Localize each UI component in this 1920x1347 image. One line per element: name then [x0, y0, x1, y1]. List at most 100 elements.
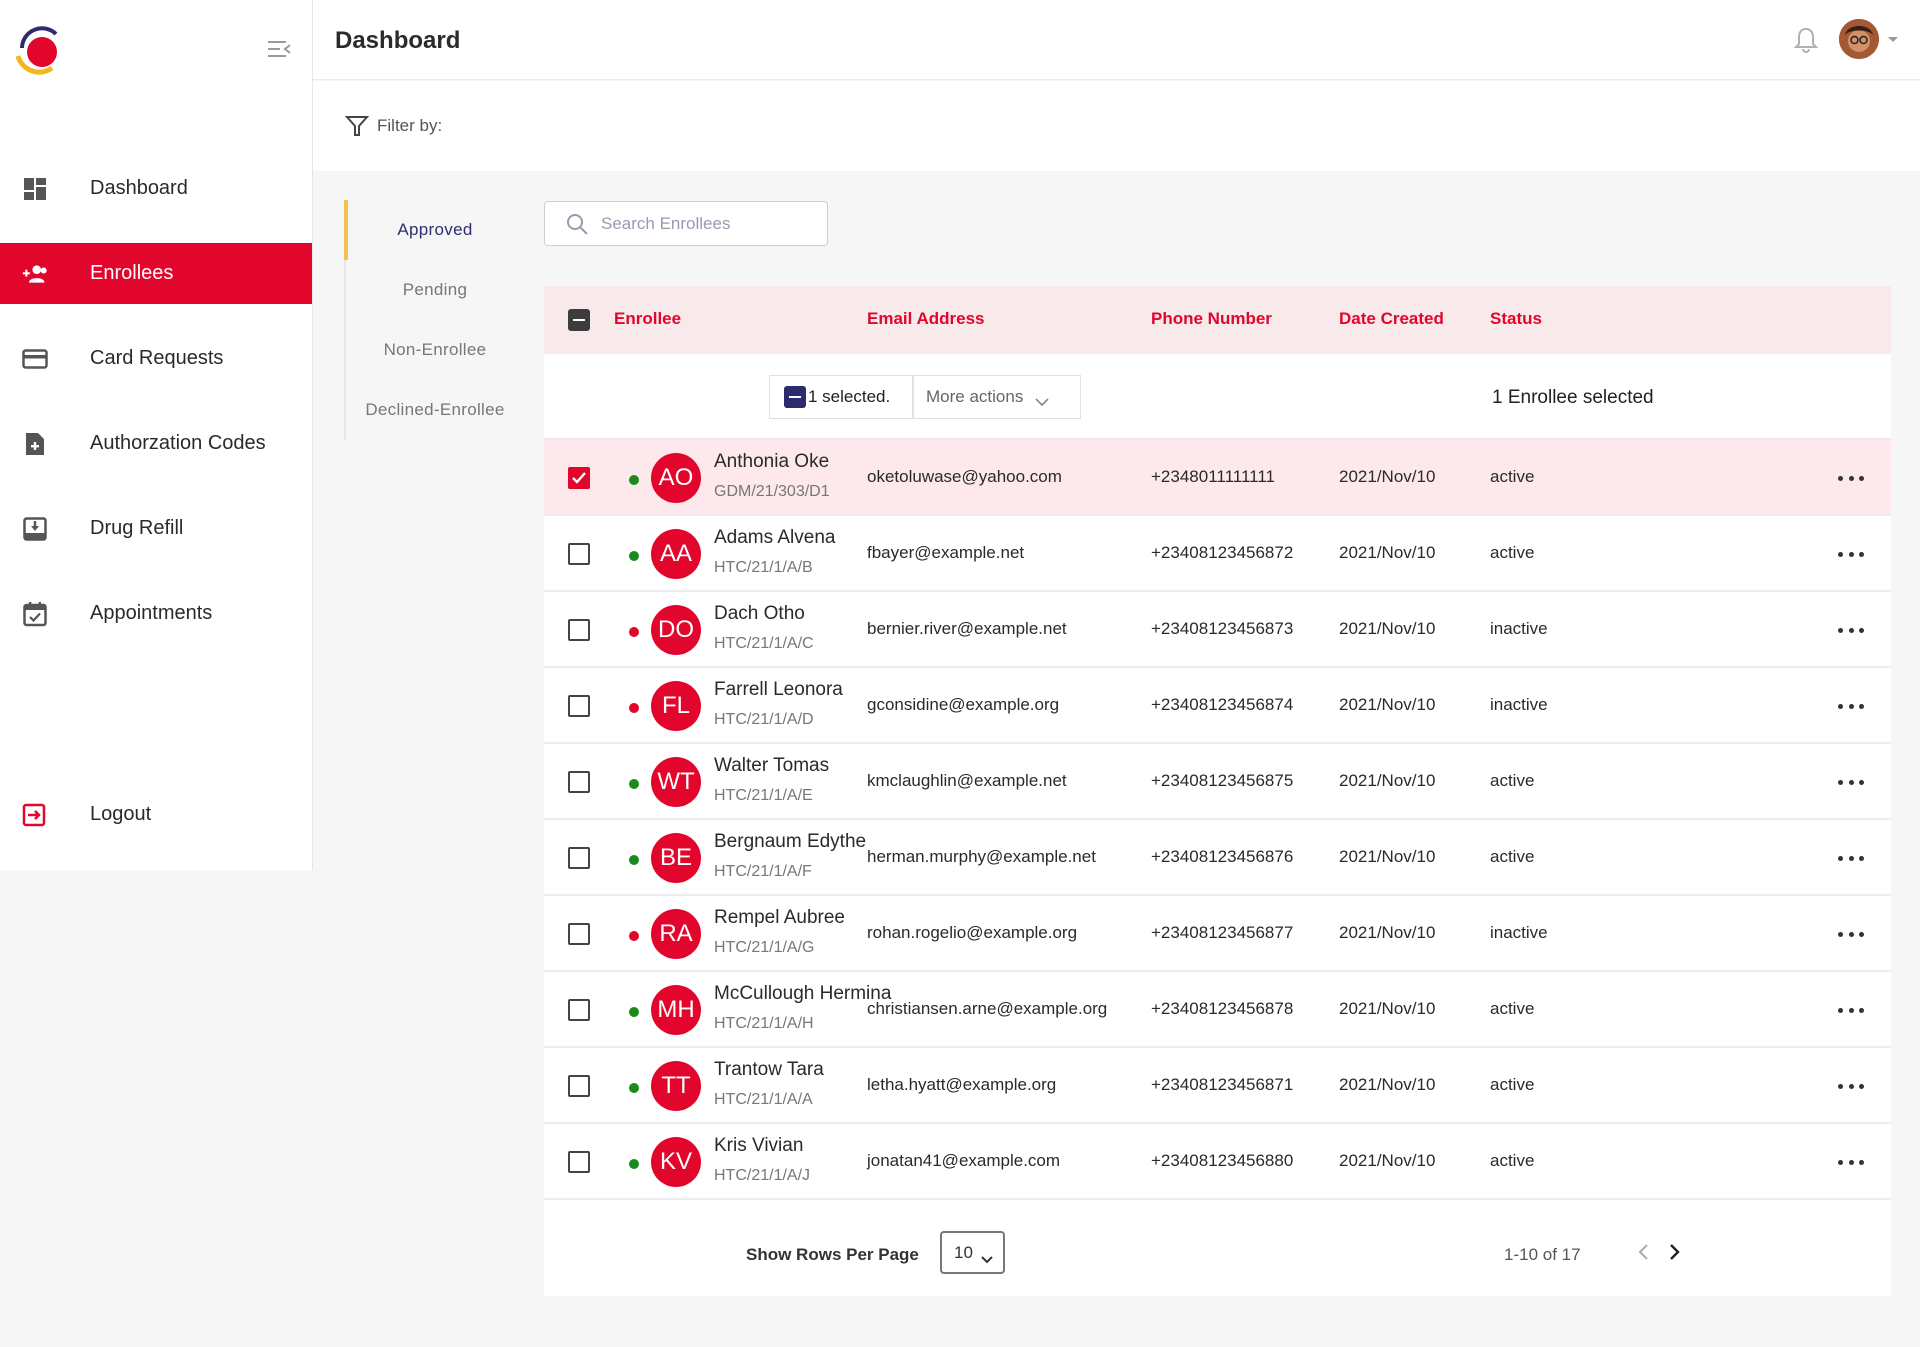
sidebar-item-drug-refill[interactable]: Drug Refill: [0, 498, 312, 559]
table-row[interactable]: AA Adams Alvena HTC/21/1/A/B fbayer@example…: [544, 516, 1891, 592]
more-options-icon[interactable]: [1838, 696, 1864, 716]
more-options-icon[interactable]: [1838, 1000, 1864, 1020]
search-icon: [565, 212, 589, 236]
more-options-icon[interactable]: [1838, 1152, 1864, 1172]
table-row[interactable]: AO Anthonia Oke GDM/21/303/D1 oketoluwase@y…: [544, 440, 1891, 516]
more-options-icon[interactable]: [1838, 620, 1864, 640]
table-row[interactable]: BE Bergnaum Edythe HTC/21/1/A/F herman.murp…: [544, 820, 1891, 896]
notification-bell-icon[interactable]: [1793, 26, 1819, 54]
row-checkbox[interactable]: [568, 771, 590, 793]
sidebar-item-appointments[interactable]: Appointments: [0, 583, 312, 644]
table-row[interactable]: KV Kris Vivian HTC/21/1/A/J jonatan41@examp…: [544, 1124, 1891, 1200]
avatar: RA: [651, 909, 701, 959]
filter-icon[interactable]: [344, 114, 370, 138]
more-options-icon[interactable]: [1838, 772, 1864, 792]
table-row[interactable]: TT Trantow Tara HTC/21/1/A/A letha.hyatt@ex…: [544, 1048, 1891, 1124]
enrollee-name[interactable]: Adams Alvena: [714, 527, 835, 549]
sidebar-item-enrollees[interactable]: Enrollees: [0, 243, 312, 304]
row-checkbox[interactable]: [568, 999, 590, 1021]
row-checkbox[interactable]: [568, 847, 590, 869]
column-header-phone[interactable]: Phone Number: [1151, 309, 1272, 329]
more-options-icon[interactable]: [1838, 1076, 1864, 1096]
avatar: AA: [651, 529, 701, 579]
enrollee-name[interactable]: Trantow Tara: [714, 1059, 824, 1081]
avatar: KV: [651, 1137, 701, 1187]
page-title: Dashboard: [335, 27, 461, 54]
selection-count-label: 1 selected.: [808, 387, 891, 406]
sidebar-item-dashboard[interactable]: Dashboard: [0, 158, 312, 219]
more-options-icon[interactable]: [1838, 544, 1864, 564]
more-options-icon[interactable]: [1838, 924, 1864, 944]
phone-cell: +23408123456875: [1151, 771, 1294, 790]
tab-approved[interactable]: Approved: [344, 200, 524, 260]
brand-logo[interactable]: [12, 22, 66, 76]
table-header: Enrollee Email Address Phone Number Date…: [544, 286, 1891, 354]
enrollee-name[interactable]: Anthonia Oke: [714, 451, 829, 473]
column-header-email[interactable]: Email Address: [867, 309, 984, 329]
deselect-checkbox[interactable]: [784, 386, 806, 408]
enrollee-code: HTC/21/1/A/G: [714, 939, 815, 956]
status-dot: [629, 855, 639, 865]
select-all-checkbox[interactable]: [568, 309, 590, 331]
logout-button[interactable]: Logout: [0, 784, 312, 845]
enrollee-name[interactable]: McCullough Hermina: [714, 983, 891, 1005]
row-checkbox[interactable]: [568, 543, 590, 565]
chevron-down-icon[interactable]: [1886, 32, 1900, 42]
column-header-date[interactable]: Date Created: [1339, 309, 1444, 329]
status-cell: active: [1490, 771, 1535, 790]
chevron-left-icon[interactable]: [1634, 1240, 1654, 1264]
row-checkbox[interactable]: [568, 695, 590, 717]
column-header-status[interactable]: Status: [1490, 309, 1542, 329]
enrollee-code: HTC/21/1/A/J: [714, 1167, 811, 1184]
enrollee-name[interactable]: Farrell Leonora: [714, 679, 843, 701]
table-row[interactable]: RA Rempel Aubree HTC/21/1/A/G rohan.rogelio…: [544, 896, 1891, 972]
row-checkbox[interactable]: [568, 1075, 590, 1097]
status-dot: [629, 1083, 639, 1093]
search-input[interactable]: [601, 213, 821, 234]
column-header-enrollee[interactable]: Enrollee: [614, 309, 681, 329]
table-row[interactable]: MH McCullough Hermina HTC/21/1/A/H christia…: [544, 972, 1891, 1048]
tab-non-enrollee[interactable]: Non-Enrollee: [346, 320, 524, 380]
sidebar-item-card-requests[interactable]: Card Requests: [0, 328, 312, 389]
email-cell: rohan.rogelio@example.org: [867, 923, 1078, 942]
table-row[interactable]: FL Farrell Leonora HTC/21/1/A/D gconsidine@…: [544, 668, 1891, 744]
sidebar-item-label: Card Requests: [90, 347, 224, 369]
selection-count[interactable]: 1 selected.: [769, 375, 913, 419]
more-options-icon[interactable]: [1838, 848, 1864, 868]
enrollee-name[interactable]: Rempel Aubree: [714, 907, 845, 929]
enrollee-name[interactable]: Walter Tomas: [714, 755, 829, 777]
tab-declined-enrollee[interactable]: Declined-Enrollee: [346, 380, 524, 440]
date-cell: 2021/Nov/10: [1339, 1151, 1436, 1170]
email-cell: gconsidine@example.org: [867, 695, 1060, 714]
status-tabs: Approved Pending Non-Enrollee Declined-E…: [344, 200, 524, 440]
rows-per-page-select[interactable]: 10: [940, 1231, 1005, 1274]
status-dot: [629, 779, 639, 789]
add-user-icon: [22, 261, 48, 287]
enrollee-code: HTC/21/1/A/E: [714, 787, 813, 804]
sidebar-item-label: Appointments: [90, 602, 213, 624]
user-avatar[interactable]: [1839, 19, 1879, 59]
tab-pending[interactable]: Pending: [346, 260, 524, 320]
status-cell: inactive: [1490, 695, 1548, 714]
email-cell: christiansen.arne@example.org: [867, 999, 1108, 1018]
status-cell: active: [1490, 1151, 1535, 1170]
row-checkbox[interactable]: [568, 467, 590, 489]
more-actions-dropdown[interactable]: More actions: [913, 375, 1081, 419]
enrollee-name[interactable]: Bergnaum Edythe: [714, 831, 866, 853]
enrollee-name[interactable]: Dach Otho: [714, 603, 805, 625]
row-checkbox[interactable]: [568, 923, 590, 945]
sidebar-item-authorization-codes[interactable]: Authorzation Codes: [0, 413, 312, 474]
chevron-right-icon[interactable]: [1664, 1240, 1684, 1264]
table-row[interactable]: DO Dach Otho HTC/21/1/A/C bernier.river@exa…: [544, 592, 1891, 668]
status-dot: [629, 1007, 639, 1017]
collapse-sidebar-icon[interactable]: [266, 38, 292, 60]
table-row[interactable]: WT Walter Tomas HTC/21/1/A/E kmclaughlin@ex…: [544, 744, 1891, 820]
phone-cell: +2348011111111: [1151, 467, 1276, 486]
row-checkbox[interactable]: [568, 1151, 590, 1173]
enrollee-code: HTC/21/1/A/A: [714, 1091, 813, 1108]
logout-label: Logout: [90, 803, 152, 825]
more-options-icon[interactable]: [1838, 468, 1864, 488]
row-checkbox[interactable]: [568, 619, 590, 641]
bulk-actions-bar: 1 selected. More actions 1 Enrollee sele…: [544, 354, 1891, 440]
enrollee-name[interactable]: Kris Vivian: [714, 1135, 803, 1157]
